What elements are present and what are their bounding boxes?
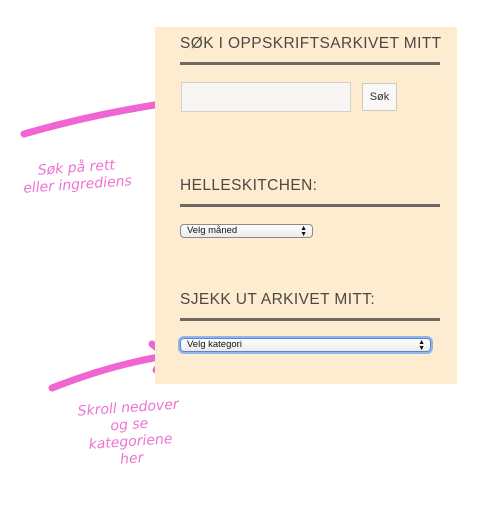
archive-widget-title: SJEKK UT ARKIVET MITT: bbox=[180, 291, 376, 308]
scroll-annotation: Skroll nedover og se kategoriene her bbox=[77, 396, 180, 468]
month-title-rule bbox=[180, 204, 440, 207]
search-widget-title: SØK I OPPSKRIFTSARKIVET MITT bbox=[180, 35, 442, 52]
select-arrows-icon: ▲ ▼ bbox=[418, 339, 425, 352]
month-select-value: Velg måned bbox=[187, 225, 238, 236]
month-select[interactable]: Velg måned ▲ ▼ bbox=[180, 224, 313, 238]
month-widget-title: HELLESKITCHEN: bbox=[180, 177, 318, 194]
search-button[interactable]: Søk bbox=[362, 83, 397, 111]
sidebar: SØK I OPPSKRIFTSARKIVET MITT Søk HELLESK… bbox=[155, 27, 457, 384]
category-select[interactable]: Velg kategori ▲ ▼ bbox=[180, 338, 431, 352]
category-select-value: Velg kategori bbox=[187, 339, 242, 350]
search-input[interactable] bbox=[181, 82, 351, 112]
scroll-arrow-shaft bbox=[48, 352, 169, 392]
select-arrows-icon: ▲ ▼ bbox=[300, 225, 307, 238]
search-title-rule bbox=[180, 62, 440, 65]
archive-title-rule bbox=[180, 318, 440, 321]
